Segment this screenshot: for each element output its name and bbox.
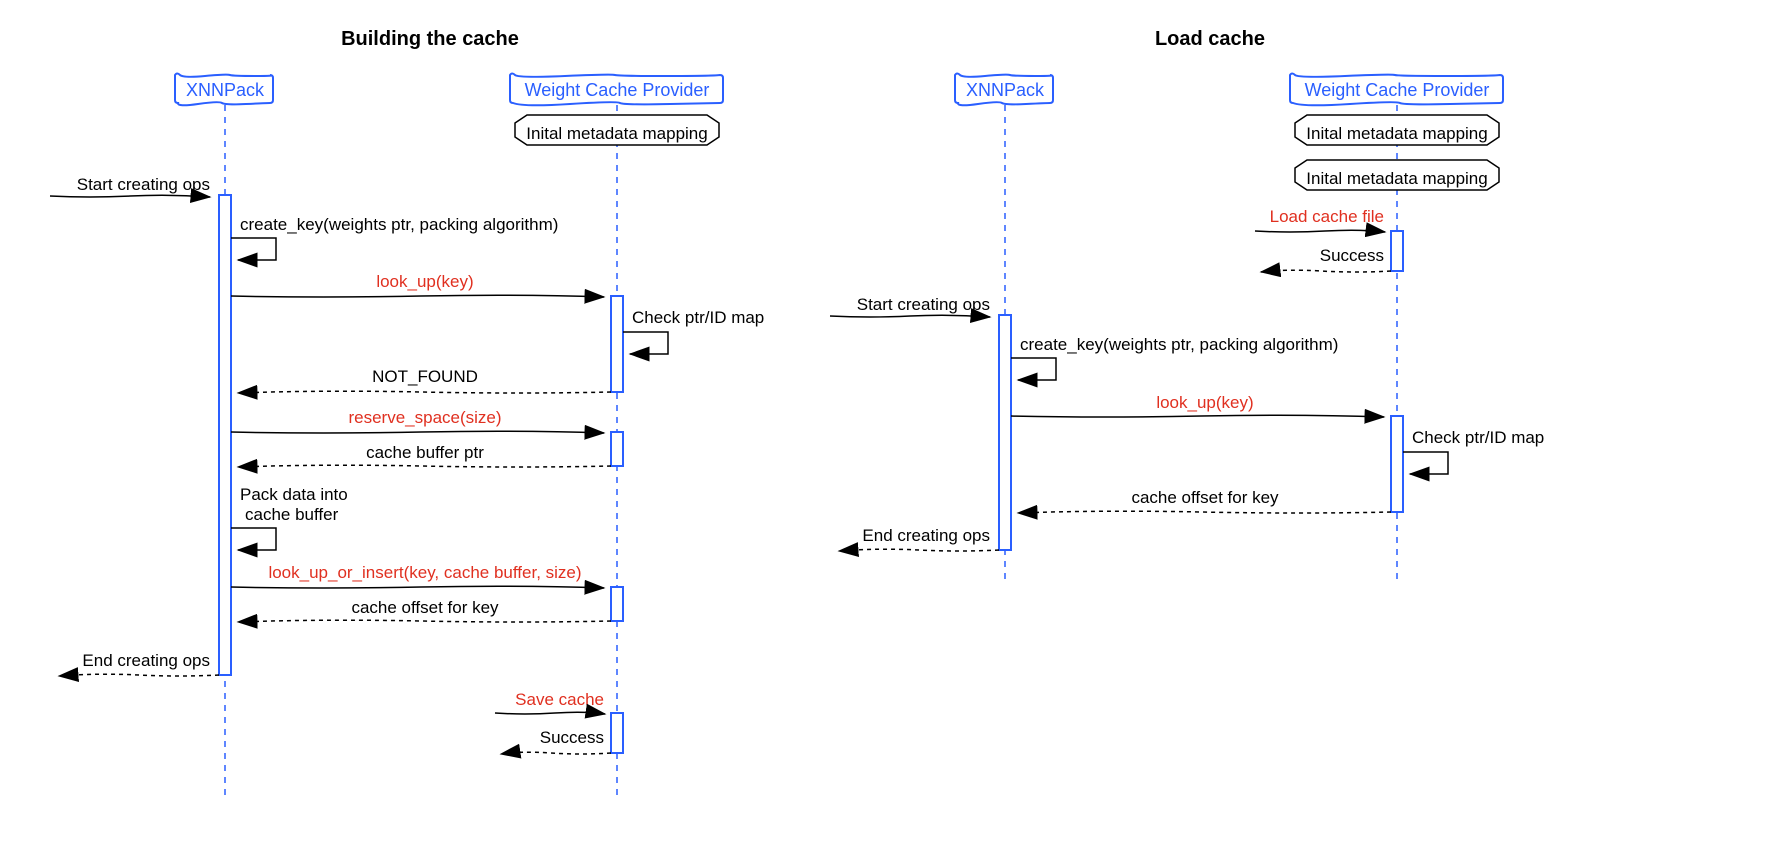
left-msg-success: Success [540,728,604,747]
left-msg-pack1: Pack data into [240,485,348,504]
right-activation-b1 [1391,416,1403,512]
right-msg-start: Start creating ops [857,295,990,314]
left-participant-a: XNNPack [175,74,273,106]
left-note-metadata-text: Inital metadata mapping [526,124,707,143]
left-note-metadata: Inital metadata mapping [515,115,719,145]
right-note-metadata-2: Inital metadata mapping [1295,160,1499,190]
left-msg-insert: look_up_or_insert(key, cache buffer, siz… [268,563,581,582]
left-activation-b3 [611,587,623,621]
left-activation-b2 [611,432,623,466]
left-participant-b: Weight Cache Provider [510,74,723,106]
right-msg-checkmap: Check ptr/ID map [1412,428,1544,447]
right-msg-end: End creating ops [862,526,990,545]
right-msg-load: Load cache file [1270,207,1384,226]
left-msg-start: Start creating ops [77,175,210,194]
left-msg-notfound: NOT_FOUND [372,367,478,386]
left-msg-pack2: cache buffer [245,505,339,524]
right-msg-lookup: look_up(key) [1156,393,1253,412]
left-participant-a-label: XNNPack [186,80,265,100]
left-msg-reserve: reserve_space(size) [348,408,501,427]
left-msg-checkmap: Check ptr/ID map [632,308,764,327]
left-msg-save: Save cache [515,690,604,709]
right-participant-b: Weight Cache Provider [1290,74,1503,106]
left-participant-b-label: Weight Cache Provider [525,80,710,100]
right-msg-offset: cache offset for key [1131,488,1279,507]
right-note-metadata-1: Inital metadata mapping [1295,115,1499,145]
right-note-metadata-1-text: Inital metadata mapping [1306,124,1487,143]
right-participant-a: XNNPack [955,74,1053,106]
right-activation-a [999,315,1011,550]
left-msg-create-key: create_key(weights ptr, packing algorith… [240,215,558,234]
left-msg-bufptr: cache buffer ptr [366,443,484,462]
left-msg-end: End creating ops [82,651,210,670]
left-diagram: Building the cache XNNPack Weight Cache … [50,28,764,800]
left-activation-a [219,195,231,675]
left-msg-lookup: look_up(key) [376,272,473,291]
right-note-metadata-2-text: Inital metadata mapping [1306,169,1487,188]
right-diagram: Load cache XNNPack Weight Cache Provider… [830,28,1544,580]
right-title: Load cache [1155,28,1265,50]
right-msg-success: Success [1320,246,1384,265]
left-activation-b1 [611,296,623,392]
left-activation-b4 [611,713,623,753]
right-participant-b-label: Weight Cache Provider [1305,80,1490,100]
left-title: Building the cache [341,28,519,50]
right-participant-a-label: XNNPack [966,80,1045,100]
right-msg-create-key: create_key(weights ptr, packing algorith… [1020,335,1338,354]
right-activation-b-load [1391,231,1403,271]
left-msg-offset: cache offset for key [351,598,499,617]
